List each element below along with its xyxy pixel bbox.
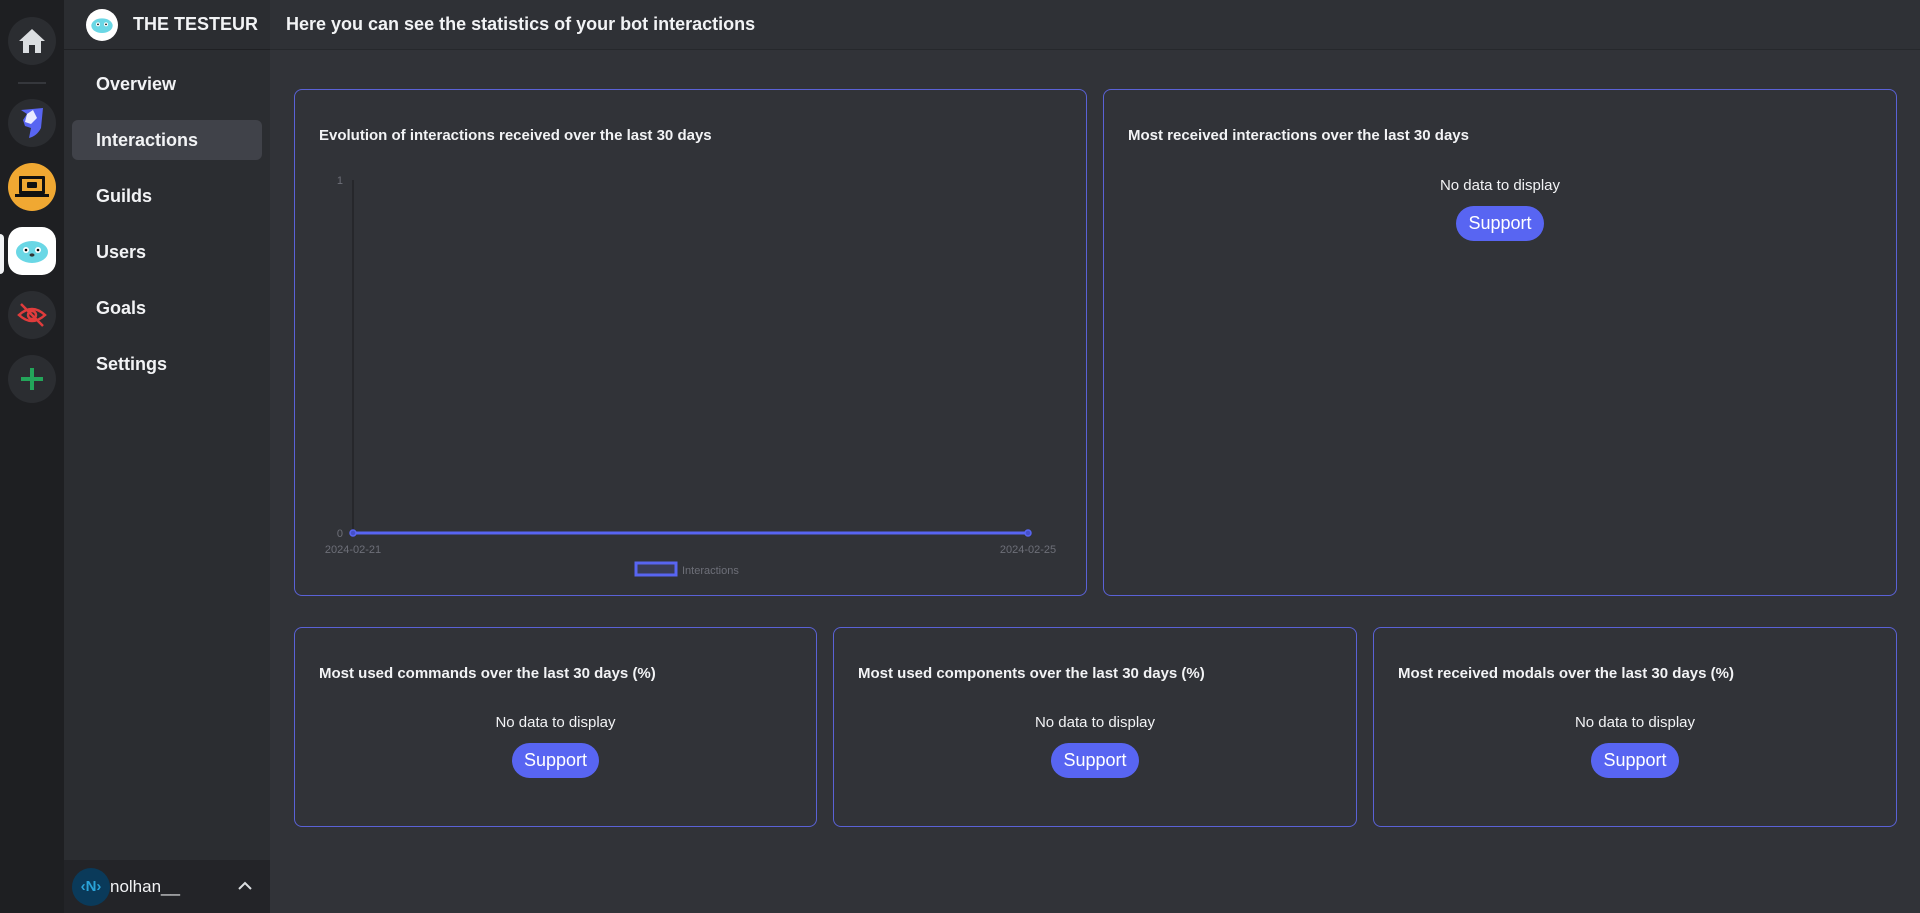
sidebar-item-goals[interactable]: Goals [72,288,262,328]
gopher-icon [91,17,113,33]
x-tick-label: 2024-02-21 [325,544,381,556]
user-panel: ‹N› nolhan__ [64,860,270,913]
modals-card: Most received modals over the last 30 da… [1373,627,1897,827]
x-tick-label: 2024-02-25 [1000,544,1056,556]
robot-laptop-icon [15,176,49,197]
eye-slash-icon [17,303,47,327]
support-button[interactable]: Support [1591,743,1679,778]
server-the-testeur[interactable] [8,227,56,275]
empty-state: No data to display Support [1374,714,1896,778]
legend-swatch [634,561,678,577]
chevron-up-icon [238,881,252,890]
empty-message: No data to display [1034,714,1156,731]
gopher-icon [16,241,48,263]
card-title: Most received modals over the last 30 da… [1398,665,1734,682]
user-avatar: ‹N› [72,867,110,906]
sidebar-item-settings[interactable]: Settings [72,344,262,384]
server-robot-laptop[interactable] [8,163,56,211]
empty-message: No data to display [1574,714,1696,731]
empty-state: No data to display Support [834,714,1356,778]
page-title: Here you can see the statistics of your … [270,0,1920,50]
home-icon [19,29,45,53]
add-server-button[interactable] [8,355,56,403]
server-rail [0,0,64,913]
home-button[interactable] [8,17,56,65]
empty-state: No data to display Support [295,714,816,778]
commands-card: Most used commands over the last 30 days… [294,627,817,827]
empty-state: No data to display Support [1104,177,1896,241]
user-menu-toggle[interactable] [234,874,256,896]
card-title: Most received interactions over the last… [1128,127,1469,144]
sidebar-item-interactions[interactable]: Interactions [72,120,262,160]
plus-icon [21,368,43,390]
sidebar-item-guilds[interactable]: Guilds [72,176,262,216]
components-card: Most used components over the last 30 da… [833,627,1357,827]
empty-message: No data to display [495,714,616,731]
empty-message: No data to display [1439,177,1561,194]
sidebar-item-overview[interactable]: Overview [72,64,262,104]
bot-avatar [86,8,118,41]
y-tick-label: 0 [337,528,343,540]
main-content: Here you can see the statistics of your … [270,0,1920,913]
sidebar-nav: Overview Interactions Guilds Users Goals… [72,64,262,400]
support-button[interactable]: Support [1051,743,1139,778]
legend-label: Interactions [682,565,739,577]
server-hidden[interactable] [8,291,56,339]
bot-name: THE TESTEUR [133,14,259,34]
most-received-card: Most received interactions over the last… [1103,89,1897,596]
y-tick-label: 1 [337,175,343,187]
card-title: Most used components over the last 30 da… [858,665,1205,682]
card-title: Most used commands over the last 30 days… [319,665,656,682]
sidebar-header: THE TESTEUR [64,0,270,50]
username: nolhan__ [110,876,180,896]
interactions-line-chart: 0 1 2024-02-21 2024-02-25 Interactions [325,175,1056,577]
data-point [349,529,357,537]
support-button[interactable]: Support [511,743,600,778]
sidebar-item-users[interactable]: Users [72,232,262,272]
active-server-indicator [0,234,4,274]
server-unicorn-shield[interactable] [8,99,56,147]
data-point [1024,529,1032,537]
unicorn-shield-icon [21,108,43,138]
support-button[interactable]: Support [1456,206,1544,241]
evolution-card: Evolution of interactions received over … [294,89,1087,596]
sidebar: THE TESTEUR Overview Interactions Guilds… [64,0,270,913]
rail-separator [18,82,46,84]
